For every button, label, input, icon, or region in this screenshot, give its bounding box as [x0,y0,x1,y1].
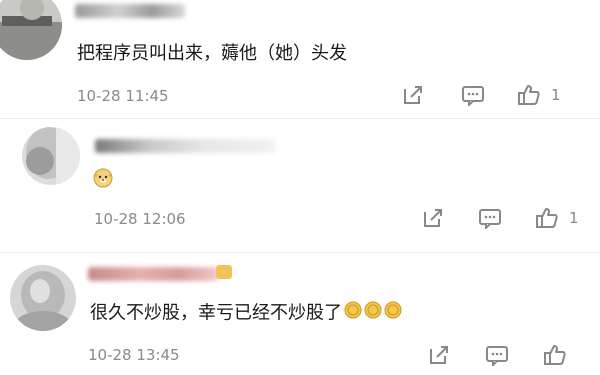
blurred-username[interactable] [88,267,218,281]
comment-bubble-icon [478,207,502,229]
comment-bubble-icon [461,84,485,106]
like-button[interactable]: 1 [535,206,579,230]
comment-item: 10-28 12:06 1 [0,119,600,257]
coin-emoji [344,301,362,326]
like-count: 1 [551,86,561,104]
comment-feed: 把程序员叫出来，薅他（她）头发 10-28 11:45 1 10-28 12:0… [0,0,600,375]
share-arrow-icon [402,84,424,106]
blurred-username[interactable] [75,4,185,18]
comment-timestamp: 10-28 11:45 [77,87,169,105]
reply-button[interactable] [461,84,485,106]
badge-icon [216,265,232,279]
share-button[interactable] [428,344,450,366]
comment-timestamp: 10-28 13:45 [88,346,180,364]
comment-bubble-icon [485,344,509,366]
share-button[interactable] [402,84,424,106]
like-count: 1 [569,209,579,227]
share-button[interactable] [422,207,444,229]
thumbs-up-icon [535,206,559,230]
coin-emoji [384,301,402,326]
comment-timestamp: 10-28 12:06 [94,210,186,228]
like-button[interactable] [543,343,567,367]
comment-text: 把程序员叫出来，薅他（她）头发 [77,43,347,64]
thumbs-up-icon [517,83,541,107]
avatar[interactable] [0,0,62,60]
comment-item: 很久不炒股，幸亏已经不炒股了 10-28 13:45 [0,253,600,375]
doge-emoji [92,166,114,192]
blurred-username[interactable] [95,139,275,153]
coin-emoji [364,301,382,326]
like-button[interactable]: 1 [517,83,561,107]
comment-item: 把程序员叫出来，薅他（她）头发 10-28 11:45 1 [0,0,600,118]
share-arrow-icon [422,207,444,229]
reply-button[interactable] [485,344,509,366]
comment-text: 很久不炒股，幸亏已经不炒股了 [90,301,402,326]
reply-button[interactable] [478,207,502,229]
thumbs-up-icon [543,343,567,367]
comment-text-content: 很久不炒股，幸亏已经不炒股了 [90,302,342,324]
avatar[interactable] [10,265,76,331]
avatar[interactable] [22,127,80,185]
share-arrow-icon [428,344,450,366]
